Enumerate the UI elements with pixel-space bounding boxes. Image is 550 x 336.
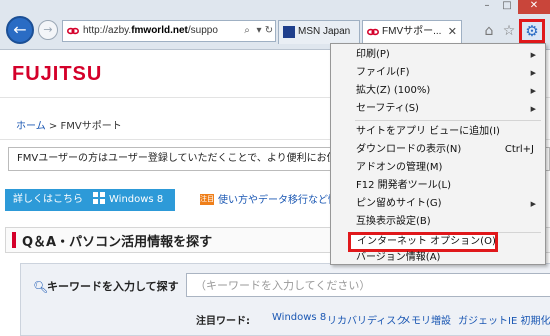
- menu-item-shortcut: Ctrl+J: [504, 144, 534, 155]
- arrow-left-icon: ←: [13, 20, 27, 39]
- details-label: 詳しくはこちら: [13, 194, 83, 205]
- address-url[interactable]: http://azby.fmworld.net/suppo: [83, 21, 251, 41]
- search-label: キーワードを入力して探す: [47, 280, 179, 293]
- gear-icon: ⚙: [525, 22, 539, 40]
- section-title: Q＆A・パソコン活用情報を探す: [22, 235, 213, 250]
- close-button[interactable]: ✕: [518, 0, 550, 14]
- menu-item-label: 印刷(P): [356, 49, 390, 60]
- menu-separator: [355, 120, 541, 121]
- home-icon[interactable]: ⌂: [480, 22, 498, 40]
- breadcrumb-home-link[interactable]: ホーム: [16, 121, 46, 132]
- usage-data-migration-link[interactable]: 使い方やデータ移行など情: [218, 191, 338, 206]
- back-button[interactable]: ←: [6, 16, 34, 44]
- breadcrumb: ホーム > FMVサポート: [16, 117, 122, 132]
- title-bar: – □ ✕: [0, 0, 550, 14]
- tools-menu: 印刷(P) ▶ ファイル(F) ▶ 拡大(Z) (100%) ▶ セーフティ(S) ▶ …: [330, 43, 546, 265]
- menu-item-label: バージョン情報(A): [356, 252, 441, 263]
- tab-label: FMVサポー...: [382, 26, 442, 37]
- menu-item-add-app-view[interactable]: サイトをアプリ ビューに追加(I): [332, 123, 544, 141]
- menu-item-f12-devtools[interactable]: F12 開発者ツール(L): [332, 177, 544, 195]
- popular-word-link[interactable]: Windows 8: [272, 312, 326, 323]
- popular-word-link[interactable]: メモリ増設: [401, 312, 451, 327]
- breadcrumb-separator: >: [48, 121, 58, 132]
- arrow-right-icon: →: [43, 23, 53, 36]
- menu-item-label: 拡大(Z) (100%): [356, 85, 431, 96]
- menu-item-label: ファイル(F): [356, 67, 410, 78]
- search-icon: 🔍︎: [33, 280, 49, 294]
- menu-item-print[interactable]: 印刷(P) ▶: [332, 46, 544, 64]
- menu-item-manage-addons[interactable]: アドオンの管理(M): [332, 159, 544, 177]
- fujitsu-favicon-icon: [67, 27, 79, 35]
- menu-item-label: インターネット オプション(O): [357, 236, 496, 247]
- keyword-search-input[interactable]: [186, 273, 550, 297]
- attention-badge: 注目: [200, 194, 214, 205]
- windows8-label: Windows 8: [109, 194, 164, 205]
- menu-item-compat-view[interactable]: 互換表示設定(B): [332, 213, 544, 231]
- menu-item-label: セーフティ(S): [356, 103, 419, 114]
- menu-item-view-downloads[interactable]: ダウンロードの表示(N) Ctrl+J: [332, 141, 544, 159]
- menu-item-label: 互換表示設定(B): [356, 216, 431, 227]
- menu-item-label: ダウンロードの表示(N): [356, 144, 462, 155]
- popular-word-link[interactable]: IE 初期化: [508, 312, 550, 327]
- tab-label: MSN Japan: [298, 26, 351, 37]
- menu-item-pinned-sites[interactable]: ピン留めサイト(G) ▶: [332, 195, 544, 213]
- address-bar[interactable]: http://azby.fmworld.net/suppo ⌕ ▾ ↻: [62, 20, 276, 42]
- menu-item-about[interactable]: バージョン情報(A): [332, 249, 544, 267]
- tab-msn-japan[interactable]: MSN Japan: [278, 20, 360, 44]
- windows-logo-icon: [93, 192, 105, 204]
- fujitsu-favicon-icon: [367, 28, 379, 36]
- submenu-arrow-icon: ▶: [530, 105, 536, 113]
- menu-item-zoom[interactable]: 拡大(Z) (100%) ▶: [332, 82, 544, 100]
- search-icon[interactable]: ⌕: [241, 24, 253, 38]
- submenu-arrow-icon: ▶: [530, 200, 536, 208]
- submenu-arrow-icon: ▶: [530, 87, 536, 95]
- submenu-arrow-icon: ▶: [530, 51, 536, 59]
- maximize-button[interactable]: □: [498, 0, 516, 14]
- keyword-search-panel: 🔍︎ キーワードを入力して探す 注目ワード: Windows 8 リカバリディス…: [20, 263, 550, 336]
- popular-word-link[interactable]: リカバリディスク: [327, 312, 406, 327]
- refresh-icon[interactable]: ↻: [263, 24, 275, 38]
- popular-words-label: 注目ワード:: [196, 316, 250, 327]
- menu-item-label: F12 開発者ツール(L): [356, 180, 452, 191]
- tab-close-icon[interactable]: ✕: [448, 21, 457, 43]
- details-windows8-button[interactable]: 詳しくはこちら Windows 8: [5, 189, 175, 211]
- breadcrumb-current: FMVサポート: [60, 121, 122, 132]
- menu-item-file[interactable]: ファイル(F) ▶: [332, 64, 544, 82]
- menu-item-label: サイトをアプリ ビューに追加(I): [356, 126, 500, 137]
- tools-gear-button[interactable]: ⚙: [519, 19, 545, 43]
- minimize-button[interactable]: –: [478, 0, 496, 14]
- favorites-star-icon[interactable]: ☆: [500, 22, 518, 40]
- forward-button[interactable]: →: [38, 20, 58, 40]
- menu-item-label: アドオンの管理(M): [356, 162, 443, 173]
- msn-favicon-icon: [283, 26, 295, 38]
- section-accent-bar: [12, 232, 16, 248]
- menu-item-label: ピン留めサイト(G): [356, 198, 442, 209]
- submenu-arrow-icon: ▶: [530, 69, 536, 77]
- fujitsu-logo[interactable]: FUJITSU: [12, 63, 102, 86]
- popular-word-link[interactable]: ガジェット: [458, 312, 508, 327]
- menu-item-safety[interactable]: セーフティ(S) ▶: [332, 100, 544, 118]
- tab-fmv-support[interactable]: FMVサポー... ✕: [362, 20, 462, 44]
